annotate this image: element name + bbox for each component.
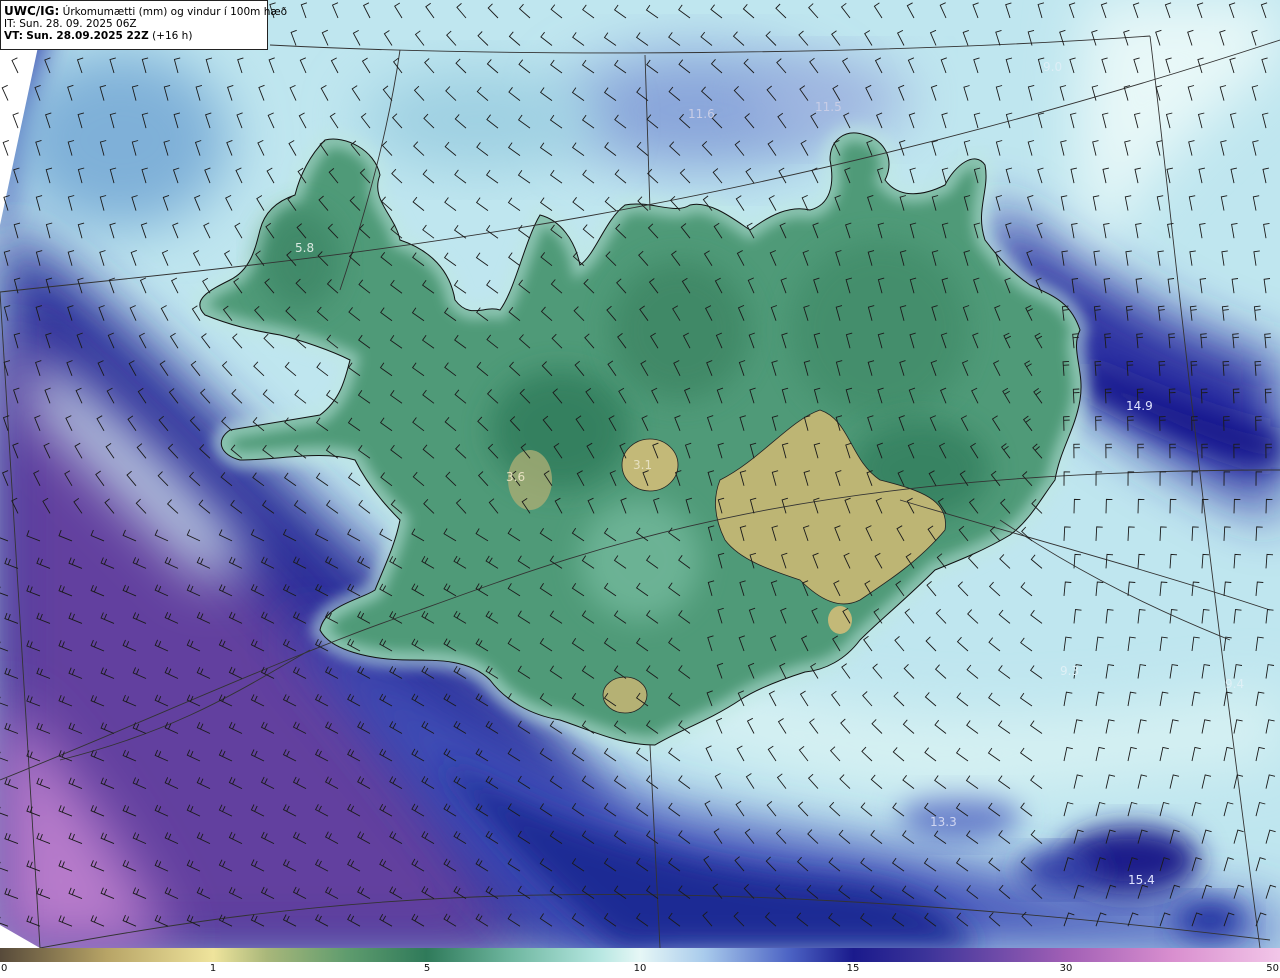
map-header: UWC/IG: Úrkomumætti (mm) og vindur í 100… xyxy=(0,0,287,50)
header-title-row: UWC/IG: Úrkomumætti (mm) og vindur í 100… xyxy=(4,4,287,18)
header-init-time: Sun. 28. 09. 2025 06Z xyxy=(19,18,137,30)
label-inland-3-6: 3.6 xyxy=(506,470,525,484)
colorbar-labels: 0 1 5 10 15 30 50 xyxy=(0,962,1280,978)
label-north-11-6: 11.6 xyxy=(688,107,715,121)
header-valid-row: VT: Sun. 28.09.2025 22Z (+16 h) xyxy=(4,30,264,42)
colorbar-tick-10: 10 xyxy=(633,963,647,974)
label-north-11-5: 11.5 xyxy=(815,100,842,114)
label-southeast-9-3: 9.3 xyxy=(1060,664,1079,678)
header-model: UWC/IG: xyxy=(4,4,60,18)
header-lead: (+16 h) xyxy=(152,30,193,42)
colorbar-tick-5: 5 xyxy=(423,963,431,974)
label-east-edge-9-4: 9.4 xyxy=(1225,677,1244,691)
label-inland-3-1: 3.1 xyxy=(633,458,652,472)
colorbar-tick-30: 30 xyxy=(1059,963,1073,974)
header-valid-time: Sun. 28.09.2025 22Z xyxy=(26,30,149,42)
precipitation-wind-map: 11.6 11.5 9.0 5.8 3.6 3.1 14.9 13.3 15.4… xyxy=(0,0,1280,948)
colorbar-tick-15: 15 xyxy=(846,963,860,974)
label-southeast-15-4: 15.4 xyxy=(1128,873,1155,887)
label-east-14-9: 14.9 xyxy=(1126,399,1153,413)
header-title: Úrkomumætti (mm) og vindur í 100m hæð xyxy=(62,6,288,18)
header-init-row: IT: Sun. 28. 09. 2025 06Z xyxy=(4,18,264,30)
colorbar xyxy=(0,948,1280,962)
colorbar-tick-50: 50 xyxy=(1266,963,1279,974)
colorbar-tick-0: 0 xyxy=(1,963,8,974)
label-south-13-3: 13.3 xyxy=(930,815,957,829)
header-valid-label: VT: xyxy=(4,30,23,42)
header-init-label: IT: xyxy=(4,18,16,30)
colorbar-tick-1: 1 xyxy=(209,963,217,974)
label-westfjords-5-8: 5.8 xyxy=(295,241,314,255)
label-northeast-9-0: 9.0 xyxy=(1043,60,1062,74)
